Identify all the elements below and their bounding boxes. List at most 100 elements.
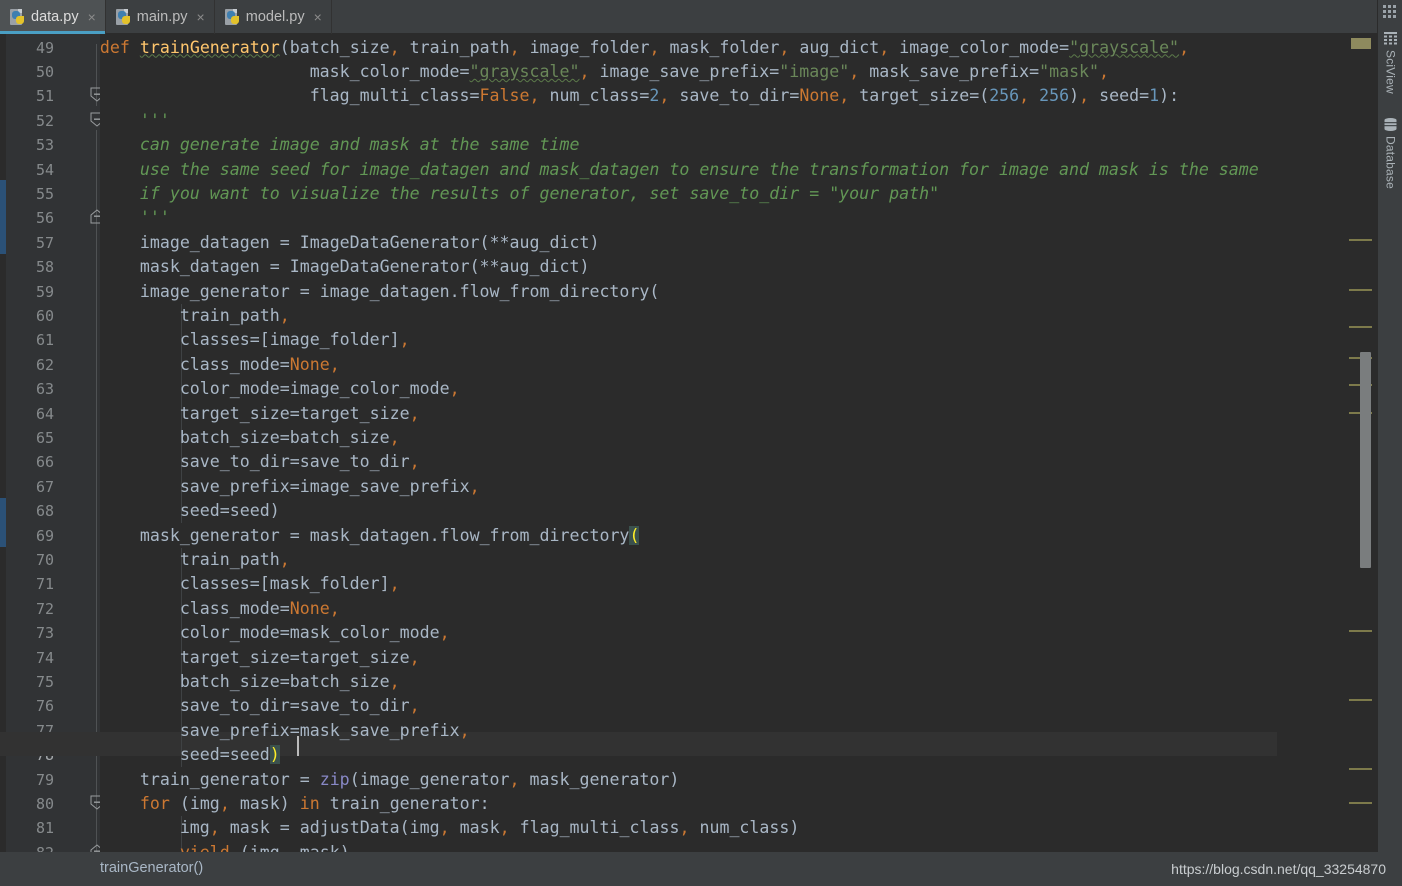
tab-label: model.py [245,9,305,25]
line-number: 82 [36,841,54,852]
close-icon[interactable]: × [314,9,322,25]
code-line[interactable]: def trainGenerator(batch_size, train_pat… [60,36,1189,60]
tab-data-py[interactable]: data.py × [0,0,106,34]
code-line[interactable]: batch_size=batch_size, [60,670,400,694]
line-number: 55 [35,184,54,203]
line-number: 49 [35,38,54,57]
right-tool-window-strip: SciView Database [1377,0,1402,886]
line-number: 72 [35,599,54,618]
code-line[interactable]: ''' [60,109,170,133]
line-number: 56 [35,209,54,228]
code-line[interactable]: train_path, [60,548,290,572]
line-number: 74 [35,648,54,667]
line-number: 65 [35,428,54,447]
code-line[interactable]: mask_datagen = ImageDataGenerator(**aug_… [60,255,590,279]
stripe-marker[interactable] [1349,802,1372,804]
code-line[interactable]: seed=seed) [60,743,280,767]
python-file-icon [224,9,240,25]
matched-brace: ) [269,745,280,765]
close-icon[interactable]: × [197,9,205,25]
code-line[interactable]: color_mode=image_color_mode, [60,377,460,401]
code-line[interactable]: yield (img, mask) [60,841,350,852]
code-line[interactable]: for (img, mask) in train_generator: [60,792,490,816]
tool-button-label: SciView [1383,50,1398,94]
code-line[interactable]: mask_generator = mask_datagen.flow_from_… [60,524,640,548]
vertical-scrollbar-thumb[interactable] [1360,352,1371,568]
code-line[interactable]: class_mode=None, [60,353,340,377]
text-caret [297,736,299,756]
code-line[interactable]: class_mode=None, [60,597,340,621]
line-number: 68 [35,502,54,521]
line-number: 50 [35,62,54,81]
code-surface[interactable]: def trainGenerator(batch_size, train_pat… [0,34,1343,852]
tool-button-label: Database [1383,136,1398,189]
code-line[interactable]: target_size=target_size, [60,402,420,426]
code-line[interactable]: save_to_dir=save_to_dir, [60,694,420,718]
code-line[interactable]: train_path, [60,304,290,328]
code-line[interactable]: target_size=target_size, [60,646,420,670]
code-line[interactable]: classes=[mask_folder], [60,572,400,596]
line-number: 75 [35,672,54,691]
code-line[interactable]: seed=seed) [60,499,280,523]
code-line[interactable]: classes=[image_folder], [60,328,410,352]
code-line[interactable]: save_prefix=image_save_prefix, [60,475,480,499]
tab-label: main.py [136,9,188,25]
hamburger-icon[interactable] [1383,5,1397,18]
stripe-marker[interactable] [1349,326,1372,328]
line-number: 59 [35,282,54,301]
tab-model-py[interactable]: model.py × [215,0,332,34]
line-number: 76 [35,697,54,716]
code-line[interactable]: save_to_dir=save_to_dir, [60,450,420,474]
code-line[interactable]: ''' [60,206,170,230]
stripe-marker[interactable] [1349,239,1372,241]
code-line[interactable]: batch_size=batch_size, [60,426,400,450]
tool-button-sciview[interactable]: SciView [1378,26,1402,94]
line-number: 58 [35,258,54,277]
inspection-status-widget[interactable] [1351,38,1371,49]
line-number: 52 [35,111,54,130]
line-number: 60 [35,306,54,325]
stripe-marker[interactable] [1349,630,1372,632]
docstring-text: if you want to visualize the results of … [139,183,940,203]
code-line[interactable]: color_mode=mask_color_mode, [60,621,450,645]
code-line[interactable]: image_datagen = ImageDataGenerator(**aug… [60,231,600,255]
database-icon [1384,118,1397,131]
tool-button-database[interactable]: Database [1378,112,1402,189]
code-line[interactable]: img, mask = adjustData(img, mask, flag_m… [60,816,800,840]
code-line[interactable]: train_generator = zip(image_generator, m… [60,768,680,792]
line-number: 79 [35,770,54,789]
line-number: 63 [35,380,54,399]
docstring-text: use the same seed for image_datagen and … [139,159,1259,179]
code-line[interactable]: use the same seed for image_datagen and … [60,158,1259,182]
code-editor[interactable]: 49 50 51 52 53 54 55 56 57 58 59 60 61 62 63 64 65 66 67 68… [0,34,1377,852]
line-number: 57 [35,233,54,252]
breadcrumb[interactable]: trainGenerator() [100,860,203,876]
docstring-text: ''' [139,110,170,130]
close-icon[interactable]: × [88,9,96,25]
grid-icon [1384,32,1397,45]
stripe-marker[interactable] [1349,699,1372,701]
matched-brace: ( [629,525,640,545]
python-file-icon [115,9,131,25]
editor-tab-bar: data.py × main.py × model.py × [0,0,1402,34]
code-line[interactable]: flag_multi_class=False, num_class=2, sav… [60,84,1179,108]
error-stripe-marker-gutter[interactable] [1343,34,1377,852]
line-number: 64 [35,404,54,423]
line-number: 54 [35,160,54,179]
stripe-marker[interactable] [1349,768,1372,770]
line-number: 67 [35,477,54,496]
line-number: 66 [35,453,54,472]
code-line[interactable]: if you want to visualize the results of … [60,182,939,206]
line-number: 71 [35,575,54,594]
code-line[interactable]: can generate image and mask at the same … [60,133,580,157]
python-file-icon [10,9,25,25]
status-bar: trainGenerator() https://blog.csdn.net/q… [0,852,1402,886]
code-line[interactable]: mask_color_mode="grayscale", image_save_… [60,60,1109,84]
line-number: 81 [35,819,54,838]
stripe-marker[interactable] [1349,289,1372,291]
code-line[interactable]: save_prefix=mask_save_prefix, [60,719,470,743]
watermark-url: https://blog.csdn.net/qq_33254870 [1171,861,1386,877]
tab-main-py[interactable]: main.py × [106,0,215,34]
code-line[interactable]: image_generator = image_datagen.flow_fro… [60,280,660,304]
line-number: 80 [35,794,54,813]
